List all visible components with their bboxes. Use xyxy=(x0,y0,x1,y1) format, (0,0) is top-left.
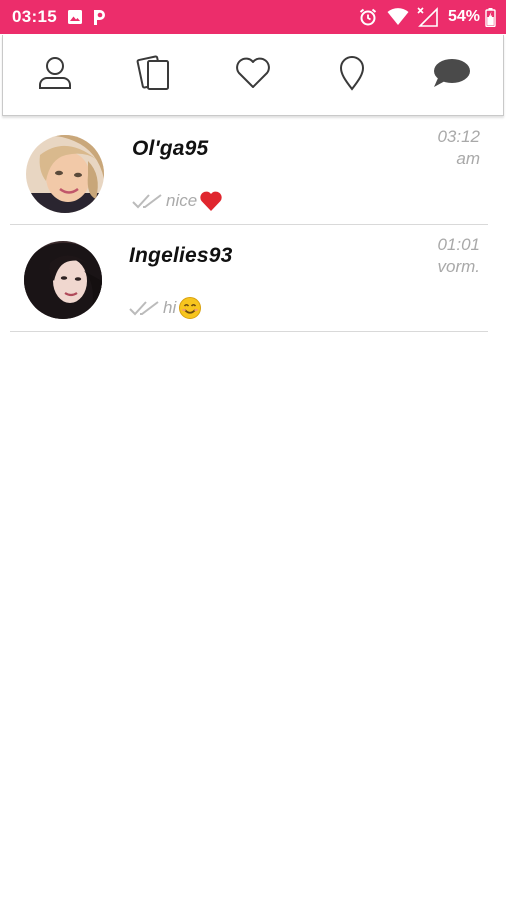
nav-chat-button[interactable] xyxy=(429,53,473,97)
chat-contact-name: Ingelies93 xyxy=(129,244,233,267)
cards-icon xyxy=(134,53,174,98)
location-pin-icon xyxy=(337,54,367,97)
chat-timestamp: 01:01 vorm. xyxy=(410,234,480,278)
chat-last-message: hi xyxy=(129,296,202,320)
profile-icon xyxy=(37,55,73,96)
nav-likes-button[interactable] xyxy=(231,53,275,97)
chat-last-message: nice xyxy=(132,190,223,212)
wifi-icon xyxy=(387,8,409,26)
chat-time-period: am xyxy=(456,149,480,168)
battery-percent: 54% xyxy=(447,8,480,25)
chat-list-item[interactable]: Ingelies93 01:01 vorm. hi xyxy=(10,225,488,332)
smile-emoji xyxy=(178,296,202,320)
battery-icon xyxy=(485,7,496,27)
chat-list: Ol'ga95 03:12 am nice Ingelies93 01:01 v… xyxy=(0,118,506,332)
heart-icon xyxy=(234,56,272,95)
chat-list-item[interactable]: Ol'ga95 03:12 am nice xyxy=(10,118,488,225)
chat-time-period: vorm. xyxy=(437,257,481,276)
chat-contact-name: Ol'ga95 xyxy=(132,137,209,160)
nav-location-button[interactable] xyxy=(330,53,374,97)
image-icon xyxy=(67,9,83,25)
avatar xyxy=(24,241,102,319)
avatar xyxy=(26,135,104,213)
double-check-icon xyxy=(129,299,161,317)
double-check-icon xyxy=(132,192,164,210)
top-nav xyxy=(2,35,504,116)
nav-profile-button[interactable] xyxy=(33,53,77,97)
chat-timestamp: 03:12 am xyxy=(410,126,480,170)
chat-time-value: 01:01 xyxy=(437,235,480,254)
nav-cards-button[interactable] xyxy=(132,53,176,97)
heart-emoji xyxy=(199,190,223,212)
signal-icon xyxy=(416,7,438,27)
status-time: 03:15 xyxy=(12,7,57,26)
alarm-icon xyxy=(358,7,378,27)
status-bar: 03:15 54% xyxy=(0,0,506,34)
chat-time-value: 03:12 xyxy=(437,127,480,146)
p-app-icon xyxy=(91,8,107,26)
chat-icon xyxy=(430,56,472,95)
chat-message-text: hi xyxy=(163,298,177,317)
chat-message-text: nice xyxy=(166,191,198,210)
